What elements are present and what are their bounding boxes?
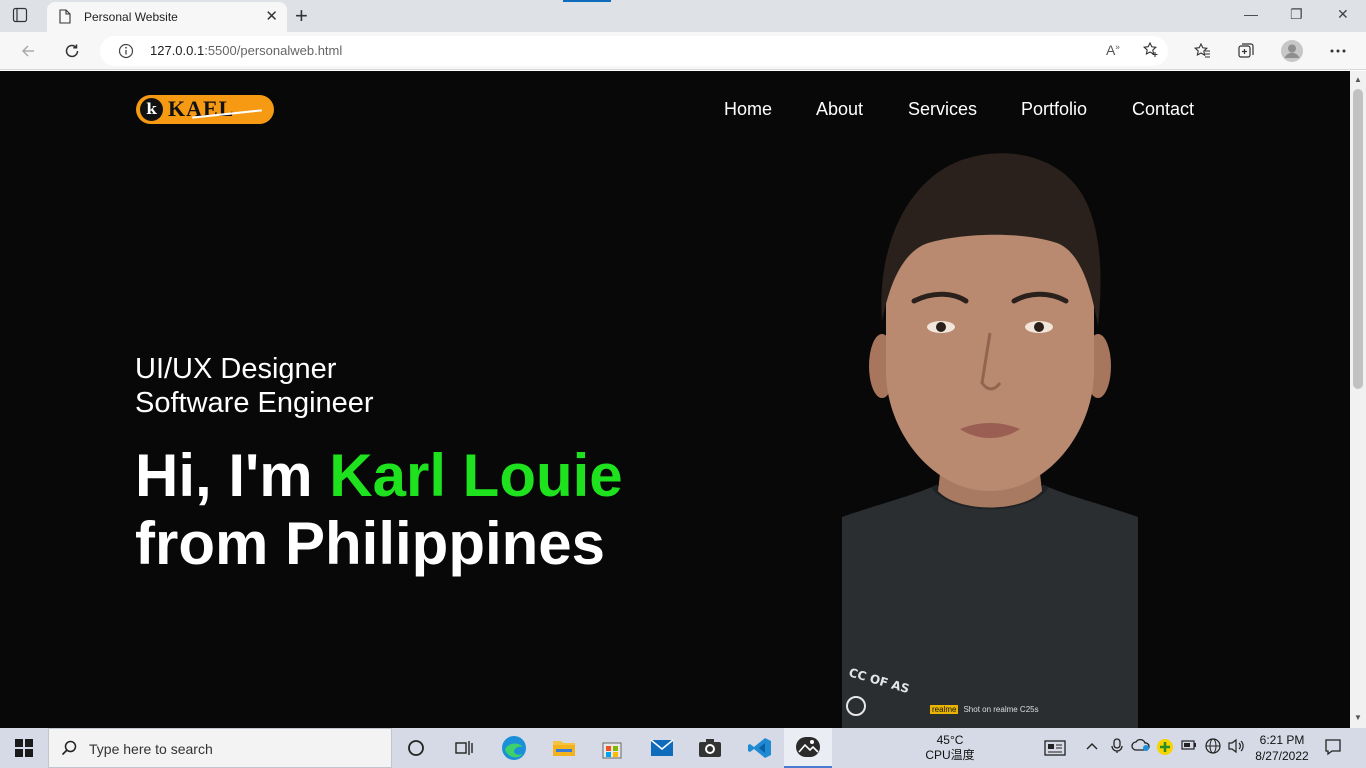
url-path: :5500/personalweb.html [204,43,343,58]
profile-photo: CC OF AS [842,153,1138,728]
hero-name: Karl Louie [329,442,623,509]
watermark-brand: realme [930,705,959,714]
tab-title: Personal Website [84,10,178,24]
temperature-value: 45°C [936,733,964,747]
camera-icon[interactable] [686,728,734,768]
hero-location: from Philippines [135,510,606,577]
scrollbar-thumb[interactable] [1353,89,1363,389]
browser-tab-personal-website[interactable]: Personal Website ✕ [47,2,287,32]
show-hidden-icons-chevron-icon[interactable] [1086,738,1098,754]
start-button[interactable] [0,728,48,768]
logo-mark: k [140,98,163,121]
battery-icon[interactable] [1181,738,1197,754]
vscode-icon[interactable] [736,728,784,768]
temperature-label: CPU温度 [925,748,975,762]
web-page: k KAEL Home About Services Portfolio Con… [0,71,1350,728]
browser-tab-bar: Personal Website ✕ + — ❐ ✕ [0,0,1366,32]
hero-greeting-line: Hi, I'm Karl Louie [135,441,623,510]
refresh-icon[interactable] [60,39,84,63]
add-favorite-icon[interactable] [1142,41,1160,64]
profile-avatar-icon[interactable] [1280,39,1304,63]
file-explorer-icon[interactable] [540,728,588,768]
scroll-down-icon[interactable]: ▼ [1354,713,1362,722]
photos-app-icon[interactable] [784,728,832,768]
security-status-icon[interactable] [1156,738,1174,759]
url-text[interactable]: 127.0.0.1:5500/personalweb.html [150,43,342,58]
restore-window-icon[interactable]: ❐ [1290,6,1303,23]
logo-text: KAEL [168,96,235,121]
volume-icon[interactable] [1227,738,1245,757]
clock-time: 6:21 PM [1259,733,1305,747]
mail-icon[interactable] [638,728,686,768]
onedrive-icon[interactable] [1131,738,1151,755]
back-icon[interactable] [16,39,40,63]
role-software-engineer: Software Engineer [135,387,374,419]
close-tab-icon[interactable]: ✕ [265,7,278,25]
scroll-up-icon[interactable]: ▲ [1354,75,1362,84]
browser-toolbar: 127.0.0.1:5500/personalweb.html A» [0,32,1366,70]
windows-taskbar: Type here to search 45°C CPU温度 6:21 PM 8… [0,728,1366,768]
task-view-icon[interactable] [440,728,488,768]
cpu-temperature[interactable]: 45°C CPU温度 [920,733,980,763]
address-bar[interactable]: 127.0.0.1:5500/personalweb.html A» [100,36,1168,66]
system-clock[interactable]: 6:21 PM 8/27/2022 [1250,732,1314,764]
news-widget-icon[interactable] [1044,740,1066,759]
close-window-icon[interactable]: ✕ [1337,6,1349,23]
nav-services[interactable]: Services [908,99,977,120]
photo-watermark: realme Shot on realme C25s [930,705,1039,714]
nav-about[interactable]: About [816,99,863,120]
edge-browser-icon[interactable] [490,728,538,768]
cortana-icon[interactable] [392,728,440,768]
url-host: 127.0.0.1 [150,43,205,58]
clock-date: 8/27/2022 [1255,749,1309,763]
new-tab-button[interactable]: + [295,3,308,29]
hero-greeting: Hi, I'm [135,442,330,509]
microsoft-store-icon[interactable] [588,728,636,768]
meet-now-icon[interactable] [1110,738,1124,757]
minimize-window-icon[interactable]: — [1244,6,1258,22]
read-aloud-icon[interactable]: A» [1106,42,1120,58]
nav-portfolio[interactable]: Portfolio [1021,99,1087,120]
nav-contact[interactable]: Contact [1132,99,1194,120]
site-logo[interactable]: k KAEL [136,95,274,124]
favorites-icon[interactable] [1192,41,1212,61]
page-scrollbar[interactable]: ▲ ▼ [1350,71,1366,728]
tab-actions-icon[interactable] [12,7,32,25]
network-globe-icon[interactable] [1205,738,1221,757]
role-ui-ux-designer: UI/UX Designer [135,353,337,385]
page-icon [59,9,71,29]
search-placeholder: Type here to search [89,741,213,757]
search-icon [61,740,77,761]
taskbar-search-box[interactable]: Type here to search [48,728,392,768]
tab-strip-accent [563,0,611,2]
settings-more-icon[interactable] [1328,41,1348,61]
notifications-icon[interactable] [1324,738,1342,759]
site-info-icon[interactable] [118,43,134,64]
nav-home[interactable]: Home [724,99,772,120]
collections-icon[interactable] [1236,41,1256,61]
watermark-text: Shot on realme C25s [963,705,1039,714]
